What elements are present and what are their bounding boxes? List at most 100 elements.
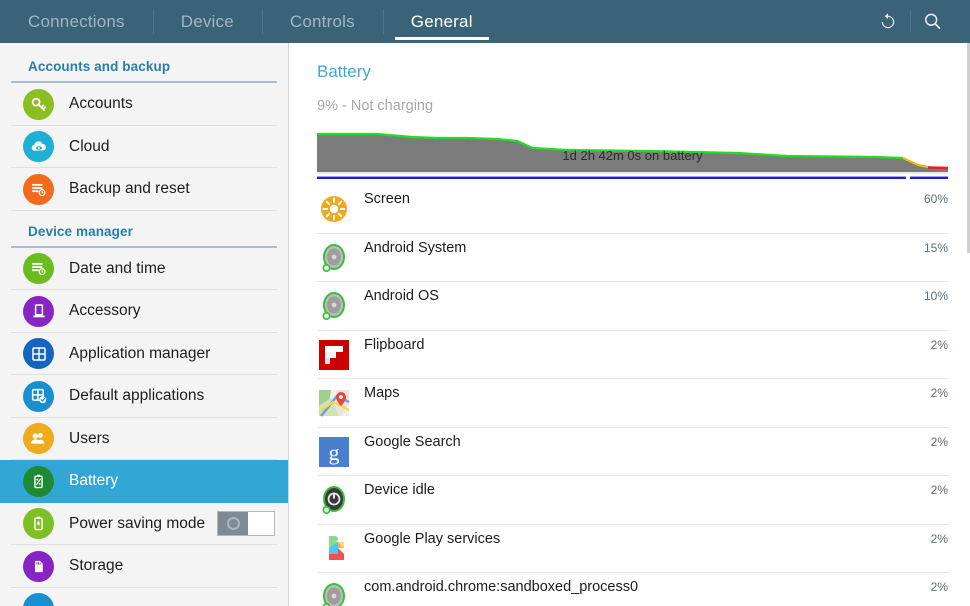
sidebar-item-default-applications[interactable]: Default applications (0, 375, 288, 418)
section-header-device-manager: Device manager (11, 211, 277, 248)
app-name: Google Play services (364, 530, 501, 547)
row-body: Android OS 10% (364, 288, 948, 304)
battery-usage-list: Screen 60% Android System 15% Android OS… (317, 185, 948, 606)
row-header: com.android.chrome:sandboxed_process0 2% (364, 579, 948, 595)
sidebar-item-accessory[interactable]: Accessory (0, 290, 288, 333)
sidebar-item-label: Power saving mode (69, 514, 206, 532)
toggle-knob (218, 512, 249, 536)
app-name: Android System (364, 239, 467, 256)
app-name: Screen (364, 191, 410, 207)
tab-controls[interactable]: Controls (261, 0, 383, 43)
accessory-dock-icon (23, 295, 54, 327)
row-body: com.android.chrome:sandboxed_process0 2% (364, 579, 948, 595)
battery-panel: Battery 9% - Not charging 1d 2h 42m 0s o… (289, 43, 970, 606)
battery-history-chart (317, 132, 948, 174)
table-row[interactable]: Device idle 2% (317, 476, 948, 525)
flipboard-icon (317, 338, 351, 372)
table-row[interactable]: Android System 15% (317, 234, 948, 283)
tab-general[interactable]: General (382, 0, 501, 43)
google-maps-icon (317, 386, 351, 420)
row-header: Android System 15% (364, 240, 948, 256)
section-header-accounts-and-backup: Accounts and backup (11, 43, 277, 83)
key-icon (23, 88, 54, 120)
android-system-icon (317, 241, 351, 275)
grid-apps-icon (23, 338, 54, 370)
toggle-knob-ring (226, 517, 240, 531)
settings-sidebar[interactable]: Accounts and backup Accounts Cloud Backu… (0, 43, 289, 606)
power-saving-toggle[interactable] (217, 511, 276, 537)
table-row[interactable]: Android OS 10% (317, 282, 948, 331)
baseline-bar (317, 176, 948, 179)
search-icon (924, 13, 940, 29)
grid-check-icon (23, 380, 54, 412)
app-name: Android OS (364, 288, 439, 304)
sidebar-item-label: Default applications (69, 387, 205, 405)
tab-label: Controls (289, 11, 355, 31)
svg-text:g: g (329, 440, 340, 465)
brightness-icon (317, 192, 351, 226)
sidebar-item-backup-and-reset[interactable]: Backup and reset (0, 168, 288, 211)
table-row[interactable]: Google Play services 2% (317, 525, 948, 574)
row-body: Google Search 2% (364, 434, 948, 450)
sidebar-item-cloud[interactable]: Cloud (0, 126, 288, 169)
search-button[interactable] (910, 0, 954, 43)
sd-card-icon (23, 550, 54, 582)
battery-status-text: 9% - Not charging (317, 98, 434, 114)
sidebar-item-power-saving-mode[interactable]: Power saving mode (0, 503, 288, 546)
app-percent: 2% (930, 386, 948, 400)
backup-reset-icon (23, 173, 54, 205)
app-percent: 60% (923, 192, 948, 206)
sidebar-item-partial-next[interactable] (0, 588, 288, 606)
partial-next-icon (23, 593, 54, 606)
users-icon (23, 423, 54, 455)
sidebar-item-label: Cloud (69, 137, 110, 155)
sidebar-item-users[interactable]: Users (0, 418, 288, 461)
page-title: Battery (317, 62, 371, 81)
settings-app: Connections Device Controls General Acco… (0, 0, 970, 606)
sidebar-item-application-manager[interactable]: Application manager (0, 333, 288, 376)
row-header: Flipboard 2% (364, 337, 948, 353)
app-percent: 2% (930, 531, 948, 546)
sidebar-item-label: Backup and reset (69, 180, 190, 198)
row-body: Flipboard 2% (364, 337, 948, 353)
sidebar-item-label: Accessory (69, 302, 141, 320)
app-name: com.android.chrome:sandboxed_process0 (364, 579, 639, 595)
device-idle-icon (317, 483, 351, 517)
table-row[interactable]: Maps 2% (317, 379, 948, 428)
table-row[interactable]: g Google Search 2% (317, 428, 948, 477)
table-row[interactable]: Flipboard 2% (317, 331, 948, 380)
battery-percent-icon (23, 465, 54, 497)
sidebar-item-label: Storage (69, 557, 124, 575)
refresh-icon (881, 12, 895, 28)
app-name: Flipboard (364, 336, 425, 353)
tab-connections[interactable]: Connections (0, 0, 153, 43)
app-percent: 2% (930, 337, 948, 352)
row-body: Device idle 2% (364, 482, 948, 498)
sidebar-item-date-and-time[interactable]: Date and time (0, 248, 288, 291)
tab-label: Connections (28, 11, 125, 31)
refresh-button[interactable] (866, 0, 910, 43)
row-body: Google Play services 2% (364, 531, 948, 547)
topbar-actions (866, 0, 970, 43)
google-search-icon: g (317, 435, 351, 469)
sidebar-item-battery[interactable]: Battery (0, 460, 288, 503)
row-header: Android OS 10% (364, 288, 948, 304)
android-os-icon (317, 289, 351, 323)
app-percent: 2% (930, 483, 948, 497)
calendar-clock-icon (23, 253, 54, 285)
row-header: Maps 2% (364, 385, 948, 401)
tab-device[interactable]: Device (152, 0, 262, 43)
app-name: Device idle (364, 482, 435, 498)
sidebar-item-label: Battery (69, 472, 119, 490)
app-percent: 10% (923, 289, 948, 303)
battery-history-graph: 1d 2h 42m 0s on battery (317, 132, 948, 174)
app-percent: 2% (930, 434, 948, 449)
table-row[interactable]: com.android.chrome:sandboxed_process0 2% (317, 573, 948, 606)
row-header: Screen 60% (364, 191, 948, 207)
table-row[interactable]: Screen 60% (317, 185, 948, 234)
sidebar-item-storage[interactable]: Storage (0, 545, 288, 588)
content-body: Accounts and backup Accounts Cloud Backu… (0, 43, 970, 606)
app-percent: 15% (923, 240, 948, 255)
row-body: Screen 60% (364, 191, 948, 207)
sidebar-item-accounts[interactable]: Accounts (0, 83, 288, 126)
